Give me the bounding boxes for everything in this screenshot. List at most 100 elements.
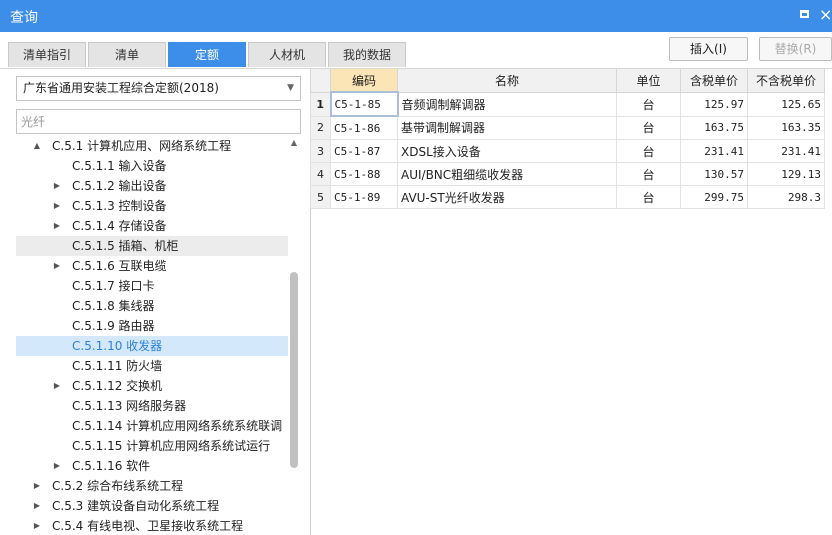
cell-name[interactable]: AVU-ST光纤收发器 [397, 185, 617, 209]
tree-item-label: C.5.1.8 集线器 [72, 299, 155, 313]
expand-arrow-icon[interactable]: ▶ [32, 476, 42, 496]
expand-arrow-icon[interactable]: ▶ [32, 516, 42, 535]
column-header-price-without-tax[interactable]: 不含税单价 [747, 68, 825, 93]
library-select-value: 广东省通用安装工程综合定额(2018) [23, 81, 219, 95]
cell-price-with-tax[interactable]: 130.57 [680, 162, 748, 186]
cell-unit[interactable]: 台 [616, 162, 681, 186]
quota-table: 编码 名称 单位 含税单价 不含税单价 1 C5-1-85 音频调制解调器台 125.… [310, 68, 825, 209]
tree-item-label: C.5.2 综合布线系统工程 [52, 479, 184, 493]
tab-my-data[interactable]: 我的数据 [328, 42, 406, 67]
cell-price-with-tax[interactable]: 299.75 [680, 185, 748, 209]
tree-item-label: C.5.4 有线电视、卫星接收系统工程 [52, 519, 244, 533]
cell-code[interactable]: C5-1-85 [329, 91, 399, 117]
insert-button[interactable]: 插入(I) [669, 37, 748, 61]
tree-item-label: C.5.1.9 路由器 [72, 319, 155, 333]
scroll-up-icon[interactable]: ▲ [288, 138, 300, 147]
tab-list-guide[interactable]: 清单指引 [8, 42, 86, 67]
cell-code[interactable]: C5-1-89 [330, 185, 398, 209]
maximize-icon[interactable] [800, 10, 809, 18]
cell-price-with-tax[interactable]: 125.97 [680, 91, 748, 117]
tree-item[interactable]: ▶ C.5.1.16 软件 [16, 456, 288, 476]
row-number: 4 [310, 162, 331, 186]
tree-item[interactable]: C.5.1.8 集线器 [16, 296, 288, 316]
cell-price-without-tax[interactable]: 129.13 [747, 162, 825, 186]
tree-item-label: C.5.3 建筑设备自动化系统工程 [52, 499, 220, 513]
expand-arrow-icon[interactable]: ▲ [32, 136, 42, 156]
cell-price-without-tax[interactable]: 125.65 [747, 91, 825, 117]
row-number: 3 [310, 139, 331, 163]
scrollbar-thumb[interactable] [290, 272, 298, 468]
tree-item[interactable]: C.5.1.5 插箱、机柜 [16, 236, 288, 256]
replace-button[interactable]: 替换(R) [759, 37, 832, 61]
cell-price-without-tax[interactable]: 298.3 [747, 185, 825, 209]
table-row[interactable]: 4 C5-1-88 AUI/BNC粗细缆收发器台 130.57 129.13 [310, 162, 825, 186]
tree-item[interactable]: ▶ C.5.1.3 控制设备 [16, 196, 288, 216]
search-input[interactable] [16, 109, 301, 134]
table-row[interactable]: 3 C5-1-87 XDSL接入设备台 231.41 231.41 [310, 139, 825, 163]
cell-unit[interactable]: 台 [616, 139, 681, 163]
tree-item[interactable]: ▶ C.5.1.12 交换机 [16, 376, 288, 396]
cell-price-without-tax[interactable]: 163.35 [747, 115, 825, 140]
tree-scrollbar[interactable]: ▲ [288, 136, 300, 535]
library-select[interactable]: 广东省通用安装工程综合定额(2018) ▼ [16, 76, 301, 101]
tree-item[interactable]: C.5.1.7 接口卡 [16, 276, 288, 296]
tree-item-label: C.5.1.2 输出设备 [72, 179, 167, 193]
row-number: 1 [310, 91, 331, 117]
tree-item-label: C.5.1.1 输入设备 [72, 159, 167, 173]
expand-arrow-icon[interactable]: ▶ [52, 176, 62, 196]
table-row[interactable]: 2 C5-1-86 基带调制解调器台 163.75 163.35 [310, 115, 825, 140]
expand-arrow-icon[interactable]: ▶ [52, 196, 62, 216]
cell-name[interactable]: XDSL接入设备 [397, 139, 617, 163]
tree-item[interactable]: C.5.1.1 输入设备 [16, 156, 288, 176]
tree-item[interactable]: C.5.1.15 计算机应用网络系统试运行 [16, 436, 288, 456]
expand-arrow-icon[interactable]: ▶ [52, 256, 62, 276]
tree-item[interactable]: C.5.1.9 路由器 [16, 316, 288, 336]
tab-list[interactable]: 清单 [88, 42, 166, 67]
chevron-down-icon: ▼ [287, 83, 294, 93]
cell-unit[interactable]: 台 [616, 185, 681, 209]
tree-item[interactable]: ▶ C.5.1.2 输出设备 [16, 176, 288, 196]
tree-item[interactable]: ▶ C.5.1.4 存储设备 [16, 216, 288, 236]
title-bar: 查询 × [0, 0, 832, 32]
tree-item[interactable]: ▶ C.5.1.6 互联电缆 [16, 256, 288, 276]
expand-arrow-icon[interactable]: ▶ [32, 496, 42, 516]
column-header-name[interactable]: 名称 [397, 68, 617, 93]
cell-price-with-tax[interactable]: 163.75 [680, 115, 748, 140]
tree-item-label: C.5.1.14 计算机应用网络系统系统联调 [72, 419, 283, 433]
column-header-unit[interactable]: 单位 [616, 68, 681, 93]
close-icon[interactable]: × [819, 5, 832, 25]
column-header-code[interactable]: 编码 [330, 68, 398, 93]
tree-item[interactable]: C.5.1.13 网络服务器 [16, 396, 288, 416]
tree-item[interactable]: ▶ C.5.4 有线电视、卫星接收系统工程 [16, 516, 288, 535]
cell-name[interactable]: AUI/BNC粗细缆收发器 [397, 162, 617, 186]
cell-unit[interactable]: 台 [616, 91, 681, 117]
tree-item[interactable]: C.5.1.11 防火墙 [16, 356, 288, 376]
table-row[interactable]: 1 C5-1-85 音频调制解调器台 125.97 125.65 [310, 91, 825, 117]
tree-item[interactable]: C.5.1.14 计算机应用网络系统系统联调 [16, 416, 288, 436]
tab-quota[interactable]: 定额 [168, 42, 246, 67]
cell-price-with-tax[interactable]: 231.41 [680, 139, 748, 163]
tree-item[interactable]: ▶ C.5.2 综合布线系统工程 [16, 476, 288, 496]
cell-name[interactable]: 基带调制解调器 [397, 115, 617, 140]
expand-arrow-icon[interactable]: ▶ [52, 216, 62, 236]
cell-name[interactable]: 音频调制解调器 [397, 91, 617, 117]
row-number: 2 [310, 115, 331, 140]
tab-labor-material-machine[interactable]: 人材机 [248, 42, 326, 67]
cell-code[interactable]: C5-1-87 [330, 139, 398, 163]
tree-item[interactable]: C.5.1.10 收发器 [16, 336, 288, 356]
tree-item-label: C.5.1.7 接口卡 [72, 279, 155, 293]
cell-code[interactable]: C5-1-86 [330, 115, 398, 140]
tree-item-label: C.5.1.15 计算机应用网络系统试运行 [72, 439, 271, 453]
tree-item-label: C.5.1.10 收发器 [72, 339, 163, 353]
tree-item-label: C.5.1 计算机应用、网络系统工程 [52, 139, 232, 153]
table-row[interactable]: 5 C5-1-89 AVU-ST光纤收发器台 299.75 298.3 [310, 185, 825, 209]
tree-item[interactable]: ▲ C.5.1 计算机应用、网络系统工程 [16, 136, 288, 156]
tree-item-label: C.5.1.6 互联电缆 [72, 259, 167, 273]
column-header-price-with-tax[interactable]: 含税单价 [680, 68, 748, 93]
expand-arrow-icon[interactable]: ▶ [52, 376, 62, 396]
cell-unit[interactable]: 台 [616, 115, 681, 140]
cell-code[interactable]: C5-1-88 [330, 162, 398, 186]
cell-price-without-tax[interactable]: 231.41 [747, 139, 825, 163]
tree-item[interactable]: ▶ C.5.3 建筑设备自动化系统工程 [16, 496, 288, 516]
expand-arrow-icon[interactable]: ▶ [52, 456, 62, 476]
